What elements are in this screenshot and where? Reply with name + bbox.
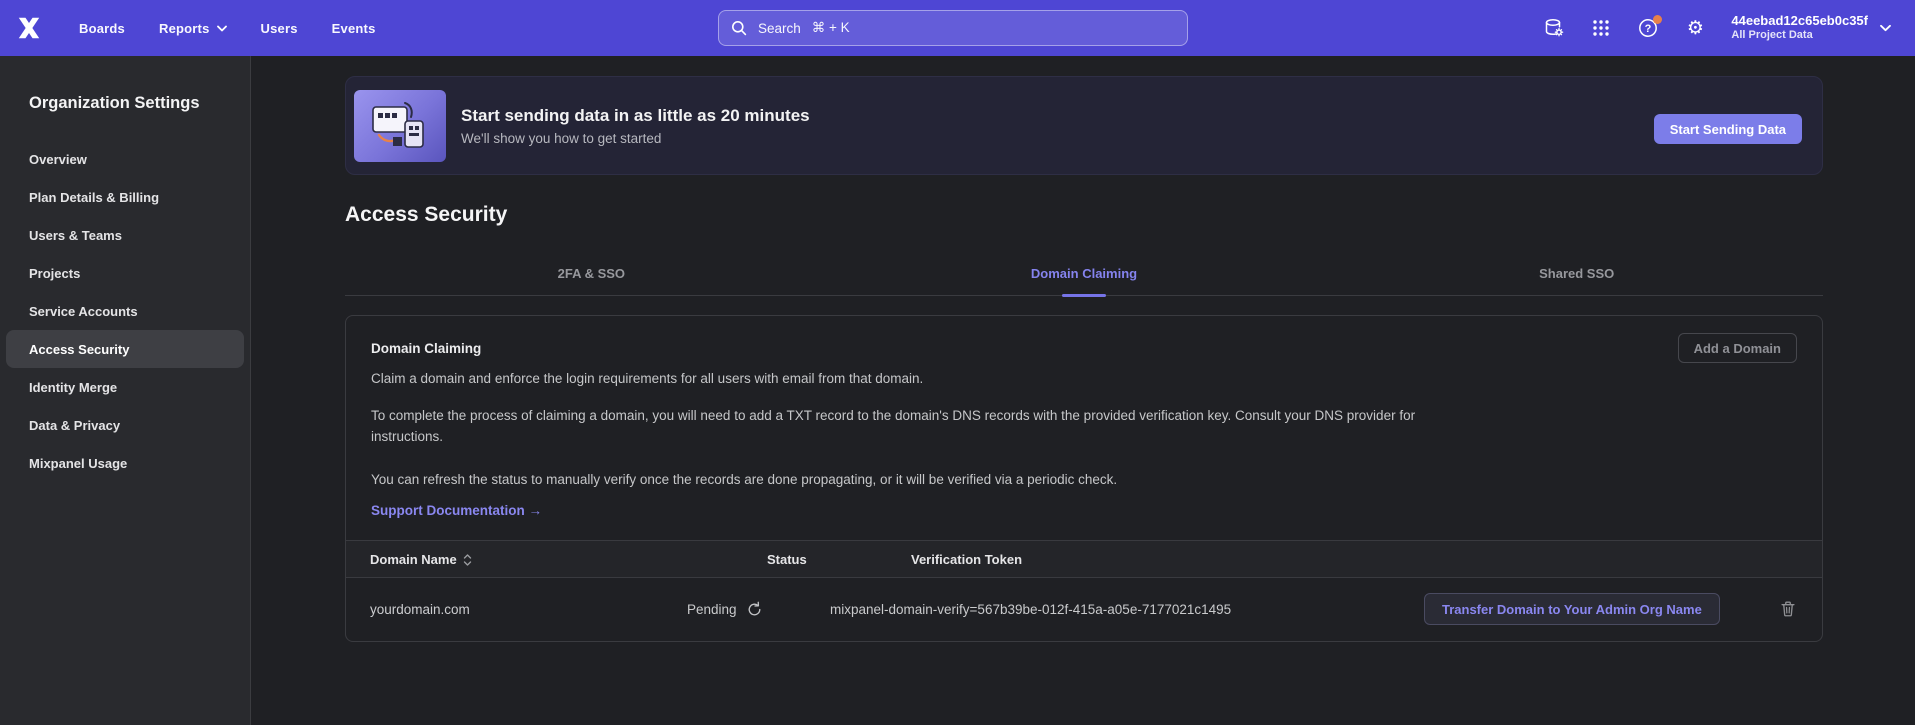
main-nav: Boards Reports Users Events [79,21,376,36]
mixpanel-logo-icon[interactable] [15,14,43,42]
domains-table-header: Domain Name Status Verification Token [346,541,1822,578]
banner-subtitle: We'll show you how to get started [461,131,810,146]
active-tab-indicator [1062,294,1106,297]
tab-shared-sso[interactable]: Shared SSO [1330,251,1823,295]
nav-item-reports[interactable]: Reports [159,21,227,36]
help-icon[interactable]: ? [1637,17,1659,39]
page-title: Access Security [345,203,1823,227]
top-navbar: Boards Reports Users Events Search ⌘ + K [0,0,1915,56]
navbar-right-cluster: ? ⚙ 44eebad12c65eb0c35f All Project Data [1543,0,1891,56]
domains-table: Domain Name Status Verification Token yo… [346,540,1822,640]
support-documentation-link[interactable]: Support Documentation → [371,503,542,518]
data-management-icon[interactable] [1543,17,1565,39]
tab-2fa-sso[interactable]: 2FA & SSO [345,251,838,295]
card-paragraph-3: You can refresh the status to manually v… [371,469,1456,490]
card-paragraph-1: Claim a domain and enforce the login req… [371,368,1456,389]
settings-sidebar: Organization Settings Overview Plan Deta… [0,56,251,725]
start-sending-data-button[interactable]: Start Sending Data [1654,114,1802,144]
sidebar-item-service-accounts[interactable]: Service Accounts [0,292,250,330]
tab-2fa-sso-label: 2FA & SSO [558,266,625,281]
sidebar-nav: Overview Plan Details & Billing Users & … [0,140,250,482]
org-id-text: 44eebad12c65eb0c35f [1731,13,1868,29]
org-scope-text: All Project Data [1731,29,1868,43]
main-area: Start sending data in as little as 20 mi… [251,56,1915,725]
column-header-domain-name[interactable]: Domain Name [370,541,472,578]
status-text: Pending [687,602,737,617]
sidebar-item-users-teams[interactable]: Users & Teams [0,216,250,254]
tab-domain-claiming[interactable]: Domain Claiming [838,251,1331,295]
column-header-domain-label: Domain Name [370,552,457,567]
svg-text:?: ? [1645,23,1652,35]
app-window: Boards Reports Users Events Search ⌘ + K [0,0,1915,725]
search-placeholder: Search [758,21,801,36]
onboarding-banner: Start sending data in as little as 20 mi… [345,76,1823,175]
account-menu[interactable]: 44eebad12c65eb0c35f All Project Data [1731,13,1891,43]
settings-gear-icon[interactable]: ⚙ [1684,17,1706,39]
nav-item-reports-label: Reports [159,21,210,36]
verification-token-cell: mixpanel-domain-verify=567b39be-012f-415… [830,578,1231,640]
sidebar-item-plan-details-billing[interactable]: Plan Details & Billing [0,178,250,216]
sidebar-item-access-security[interactable]: Access Security [6,330,244,368]
chevron-down-icon [1880,24,1891,32]
search-input[interactable]: Search ⌘ + K [718,10,1188,46]
sidebar-title: Organization Settings [29,94,250,113]
domain-claiming-card: Domain Claiming Add a Domain Claim a dom… [345,315,1823,642]
card-title: Domain Claiming [371,341,1797,356]
onboarding-illustration [354,90,446,162]
sidebar-item-overview[interactable]: Overview [0,140,250,178]
nav-item-boards[interactable]: Boards [79,21,125,36]
sidebar-item-mixpanel-usage[interactable]: Mixpanel Usage [0,444,250,482]
nav-item-events[interactable]: Events [332,21,376,36]
add-domain-button[interactable]: Add a Domain [1678,333,1797,363]
domain-table-row: yourdomain.com Pending mixpanel-domain-v… [346,578,1822,640]
domain-name-cell: yourdomain.com [370,578,470,640]
nav-item-users[interactable]: Users [261,21,298,36]
refresh-status-icon[interactable] [746,600,764,618]
delete-domain-icon[interactable] [1779,600,1797,618]
sidebar-item-identity-merge[interactable]: Identity Merge [0,368,250,406]
transfer-domain-button[interactable]: Transfer Domain to Your Admin Org Name [1424,593,1720,625]
sort-icon[interactable] [463,554,472,566]
column-header-verification-token: Verification Token [911,541,1022,578]
chevron-down-icon [217,25,227,32]
sidebar-item-data-privacy[interactable]: Data & Privacy [0,406,250,444]
apps-grid-icon[interactable] [1590,17,1612,39]
search-shortcut: ⌘ + K [812,20,850,36]
notification-badge [1653,15,1662,24]
tab-domain-claiming-label: Domain Claiming [1031,266,1137,281]
banner-title: Start sending data in as little as 20 mi… [461,106,810,126]
sidebar-item-projects[interactable]: Projects [0,254,250,292]
card-paragraph-2: To complete the process of claiming a do… [371,405,1456,447]
search-icon [731,20,747,36]
tab-shared-sso-label: Shared SSO [1539,266,1614,281]
column-header-status: Status [767,541,807,578]
access-security-tabs: 2FA & SSO Domain Claiming Shared SSO [345,251,1823,296]
